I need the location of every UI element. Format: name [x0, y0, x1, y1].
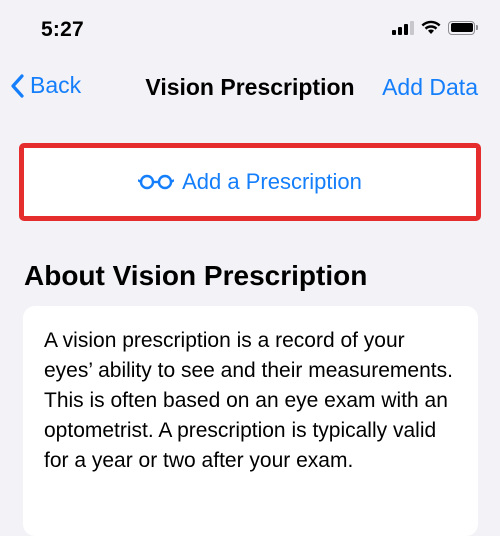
about-card: A vision prescription is a record of you… [23, 306, 478, 536]
glasses-icon [138, 174, 175, 190]
add-prescription-highlight: Add a Prescription [19, 143, 481, 221]
wifi-icon [421, 20, 441, 34]
about-section-title: About Vision Prescription [24, 260, 368, 291]
add-data-button[interactable]: Add Data [382, 74, 478, 101]
about-description: A vision prescription is a record of you… [44, 329, 453, 472]
cellular-signal-icon [392, 20, 414, 35]
battery-icon [448, 20, 478, 35]
navigation-bar: Back Vision Prescription Add Data [0, 58, 500, 118]
add-prescription-label: Add a Prescription [182, 169, 362, 194]
status-time: 5:27 [41, 18, 84, 41]
status-icons [392, 20, 478, 35]
add-prescription-button[interactable]: Add a Prescription [24, 148, 476, 216]
status-bar: 5:27 [0, 0, 500, 58]
